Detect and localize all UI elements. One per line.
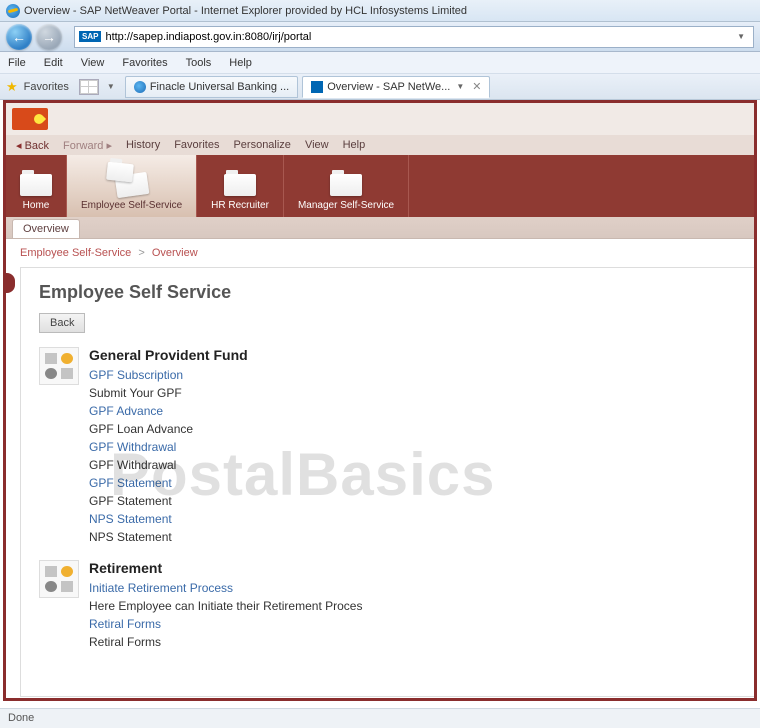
content-area: Employee Self-Service > Overview Employe… — [6, 239, 754, 697]
chevron-right-icon: > — [138, 247, 144, 259]
tile-hr-recruiter[interactable]: HR Recruiter — [197, 155, 284, 217]
back-button[interactable]: ← — [6, 24, 32, 50]
inner-panel: Employee Self Service Back General Provi… — [20, 267, 754, 697]
portal-history[interactable]: History — [126, 139, 160, 151]
tab-label: Overview - SAP NetWe... — [327, 81, 450, 93]
menu-edit[interactable]: Edit — [44, 57, 63, 69]
tab-finacle[interactable]: Finacle Universal Banking ... — [125, 76, 298, 98]
breadcrumb: Employee Self-Service > Overview — [20, 243, 754, 267]
favorites-bar: ★ Favorites ▼ Finacle Universal Banking … — [0, 74, 760, 100]
section-title: General Provident Fund — [89, 347, 248, 363]
breadcrumb-overview: Overview — [152, 247, 198, 259]
address-dropdown-icon[interactable]: ▼ — [733, 32, 749, 41]
ie-icon — [6, 4, 20, 18]
ie-icon — [134, 81, 146, 93]
tile-ess[interactable]: Employee Self-Service — [67, 155, 197, 217]
section-item: GPF Withdrawal — [89, 456, 248, 474]
section-item[interactable]: GPF Statement — [89, 474, 248, 492]
indiapost-logo — [12, 108, 48, 130]
section-body: Retirement Initiate Retirement ProcessHe… — [89, 560, 362, 651]
window-titlebar: Overview - SAP NetWeaver Portal - Intern… — [0, 0, 760, 22]
browser-navbar: ← → SAP http://sapep.indiapost.gov.in:80… — [0, 22, 760, 52]
portal-header — [6, 103, 754, 135]
portal-menubar: Back Forward History Favorites Personali… — [6, 135, 754, 155]
portal-personalize[interactable]: Personalize — [233, 139, 290, 151]
url-text: http://sapep.indiapost.gov.in:8080/irj/p… — [105, 31, 311, 43]
portal-favorites[interactable]: Favorites — [174, 139, 219, 151]
breadcrumb-ess[interactable]: Employee Self-Service — [20, 247, 131, 259]
tile-label: Manager Self-Service — [298, 200, 394, 211]
section-item[interactable]: GPF Subscription — [89, 366, 248, 384]
favorites-label[interactable]: Favorites — [24, 81, 69, 93]
folder-icon — [20, 174, 52, 196]
section-item: GPF Loan Advance — [89, 420, 248, 438]
section-item: Retiral Forms — [89, 633, 362, 651]
tab-overview[interactable]: Overview - SAP NetWe... ▼ ✕ — [302, 76, 490, 98]
top-level-nav: Home Employee Self-Service HR Recruiter … — [6, 155, 754, 217]
page-title: Employee Self Service — [39, 282, 736, 303]
section-item[interactable]: GPF Withdrawal — [89, 438, 248, 456]
folder-icon — [330, 174, 362, 196]
address-bar[interactable]: SAP http://sapep.indiapost.gov.in:8080/i… — [74, 26, 754, 48]
menu-favorites[interactable]: Favorites — [122, 57, 167, 69]
folder-icon — [224, 174, 256, 196]
tile-label: Home — [23, 200, 50, 211]
section-item[interactable]: NPS Statement — [89, 510, 248, 528]
section-item[interactable]: Initiate Retirement Process — [89, 579, 362, 597]
subtab-row: Overview — [6, 217, 754, 239]
section-title: Retirement — [89, 560, 362, 576]
back-button[interactable]: Back — [39, 313, 85, 333]
section-icon — [39, 347, 79, 385]
menu-tools[interactable]: Tools — [186, 57, 212, 69]
section: General Provident Fund GPF SubscriptionS… — [39, 347, 736, 546]
section: Retirement Initiate Retirement ProcessHe… — [39, 560, 736, 651]
portal-forward[interactable]: Forward — [63, 139, 112, 152]
menu-help[interactable]: Help — [229, 57, 252, 69]
quick-tabs-icon[interactable] — [79, 79, 99, 95]
menu-file[interactable]: File — [8, 57, 26, 69]
tab-label: Finacle Universal Banking ... — [150, 81, 289, 93]
section-item: NPS Statement — [89, 528, 248, 546]
section-item: GPF Statement — [89, 492, 248, 510]
tile-label: HR Recruiter — [211, 200, 269, 211]
forward-button[interactable]: → — [36, 24, 62, 50]
portal-frame: Back Forward History Favorites Personali… — [3, 100, 757, 701]
close-icon[interactable]: ✕ — [472, 80, 481, 93]
tile-mss[interactable]: Manager Self-Service — [284, 155, 409, 217]
subtab-overview[interactable]: Overview — [12, 219, 80, 238]
quick-tabs-dropdown[interactable]: ▼ — [107, 82, 115, 91]
menu-view[interactable]: View — [81, 57, 105, 69]
window-title: Overview - SAP NetWeaver Portal - Intern… — [24, 5, 467, 17]
tab-dropdown-icon[interactable]: ▼ — [456, 82, 464, 91]
ie-menubar: File Edit View Favorites Tools Help — [0, 52, 760, 74]
sap-badge-icon: SAP — [79, 31, 101, 42]
section-icon — [39, 560, 79, 598]
portal-help[interactable]: Help — [343, 139, 366, 151]
portal-back[interactable]: Back — [16, 139, 49, 152]
section-body: General Provident Fund GPF SubscriptionS… — [89, 347, 248, 546]
tile-home[interactable]: Home — [6, 155, 67, 217]
section-item[interactable]: Retiral Forms — [89, 615, 362, 633]
section-item: Here Employee can Initiate their Retirem… — [89, 597, 362, 615]
status-text: Done — [8, 712, 34, 724]
portal-view[interactable]: View — [305, 139, 329, 151]
status-bar: Done — [0, 708, 760, 728]
sap-icon — [311, 81, 323, 93]
section-item[interactable]: GPF Advance — [89, 402, 248, 420]
section-item: Submit Your GPF — [89, 384, 248, 402]
folder-icon — [106, 162, 134, 183]
tile-label: Employee Self-Service — [81, 200, 182, 211]
star-icon[interactable]: ★ — [6, 79, 18, 95]
